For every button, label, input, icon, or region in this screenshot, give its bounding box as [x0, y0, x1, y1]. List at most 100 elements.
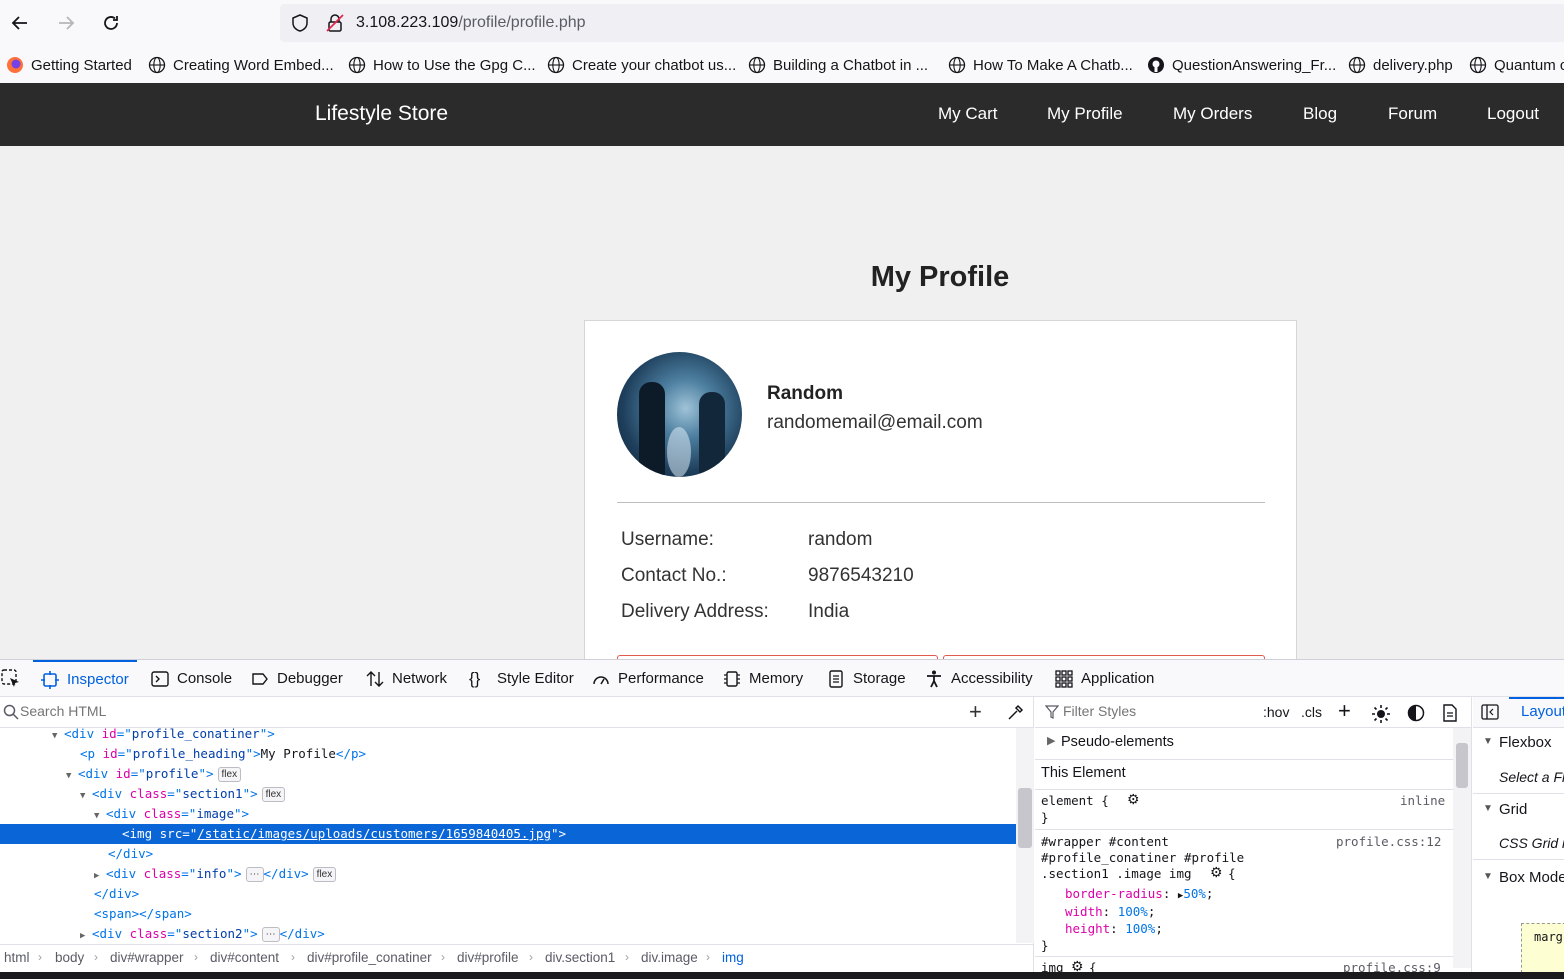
markup-line[interactable]: </div>: [0, 844, 1016, 864]
tab-storage[interactable]: Storage: [827, 660, 906, 697]
flex-badge[interactable]: flex: [312, 867, 337, 882]
pseudo-elements-toggle[interactable]: Pseudo-elements: [1061, 734, 1174, 750]
markup-line[interactable]: ▼ <div id="profile"> flex: [0, 764, 1016, 784]
expand-triangle-icon[interactable]: ▼: [66, 766, 78, 786]
declaration[interactable]: border-radius: ▶50%;: [1065, 886, 1213, 901]
nav-my-profile[interactable]: My Profile: [1047, 104, 1123, 124]
gear-icon[interactable]: ⚙: [1210, 864, 1223, 881]
rule-selector[interactable]: element {: [1041, 793, 1109, 808]
tab-memory[interactable]: Memory: [723, 660, 803, 697]
rule-selector[interactable]: #profile_conatiner #profile: [1041, 850, 1244, 865]
tab-console[interactable]: Console: [151, 660, 232, 697]
class-button[interactable]: .cls: [1301, 704, 1322, 720]
box-model-section[interactable]: Box Mode: [1499, 869, 1564, 886]
back-button[interactable]: [6, 9, 34, 37]
chevron-down-icon[interactable]: ▼: [1483, 736, 1493, 747]
bookmark-item[interactable]: QuestionAnswering_Fr...: [1147, 55, 1336, 75]
bookmark-item[interactable]: Create your chatbot us...: [547, 55, 736, 75]
expand-triangle-icon[interactable]: ▼: [80, 786, 92, 806]
tab-application[interactable]: Application: [1055, 660, 1154, 697]
declaration[interactable]: width: 100%;: [1065, 904, 1155, 919]
markup-line[interactable]: <span></span>: [0, 904, 1016, 924]
collapsed-triangle-icon[interactable]: ▶: [94, 866, 106, 886]
reload-button[interactable]: [97, 9, 125, 37]
breadcrumb-item-current[interactable]: img: [722, 950, 744, 965]
declaration[interactable]: height: 100%;: [1065, 921, 1163, 936]
rule-selector[interactable]: #wrapper #content: [1041, 834, 1169, 849]
nav-logout[interactable]: Logout: [1487, 104, 1539, 124]
markup-line-selected[interactable]: <img src="/static/images/uploads/custome…: [0, 824, 1016, 844]
markup-line[interactable]: <p id="profile_heading">My Profile</p>: [0, 744, 1016, 764]
flexbox-section[interactable]: Flexbox: [1499, 734, 1552, 751]
markup-line[interactable]: ▼ <div class="section1"> flex: [0, 784, 1016, 804]
forward-button[interactable]: [52, 9, 80, 37]
breadcrumb-item[interactable]: div#profile_conatiner: [307, 950, 432, 965]
breadcrumb-item[interactable]: div.image: [641, 950, 698, 965]
url-bar[interactable]: 3.108.223.109/profile/profile.php: [280, 4, 1564, 42]
breadcrumb-item[interactable]: html: [4, 950, 30, 965]
print-media-icon[interactable]: [1442, 704, 1458, 722]
tab-network[interactable]: Network: [366, 660, 447, 697]
sidebar-toggle-icon[interactable]: [1481, 704, 1499, 720]
nav-my-orders[interactable]: My Orders: [1173, 104, 1252, 124]
nav-blog[interactable]: Blog: [1303, 104, 1337, 124]
add-node-button[interactable]: +: [969, 701, 982, 723]
dark-mode-icon[interactable]: [1407, 704, 1425, 722]
expand-triangle-icon[interactable]: ▼: [94, 806, 106, 826]
breadcrumb-item[interactable]: body: [55, 950, 84, 965]
grid-section[interactable]: Grid: [1499, 801, 1527, 818]
hover-state-button[interactable]: :hov: [1263, 704, 1289, 720]
nav-my-cart[interactable]: My Cart: [938, 104, 998, 124]
tab-accessibility[interactable]: Accessibility: [925, 660, 1033, 697]
bookmark-item[interactable]: Creating Word Embed...: [148, 55, 334, 75]
markup-line[interactable]: ▶ <div class="info"> ⋯ </div> flex: [0, 864, 1016, 884]
markup-line[interactable]: </div>: [0, 884, 1016, 904]
markup-line[interactable]: ▼ <div class="image">: [0, 804, 1016, 824]
tab-style-editor[interactable]: {} Style Editor: [469, 660, 574, 697]
scroll-thumb[interactable]: [1456, 743, 1468, 788]
light-mode-icon[interactable]: [1371, 704, 1391, 724]
markup-scrollbar[interactable]: [1016, 728, 1034, 943]
img-src-link[interactable]: /static/images/uploads/customers/1659840…: [197, 826, 551, 841]
breadcrumb-item[interactable]: div#profile: [457, 950, 519, 965]
shield-icon[interactable]: [290, 13, 310, 33]
breadcrumb-item[interactable]: div.section1: [545, 950, 615, 965]
expand-triangle-icon[interactable]: ▶: [1047, 734, 1055, 747]
bookmark-item[interactable]: How to Use the Gpg C...: [348, 55, 536, 75]
tab-layout[interactable]: Layout: [1521, 703, 1564, 720]
tab-debugger[interactable]: Debugger: [251, 660, 343, 697]
breadcrumb-item[interactable]: div#content: [210, 950, 279, 965]
rules-scrollbar[interactable]: [1453, 728, 1471, 968]
element-picker-icon[interactable]: [0, 668, 22, 690]
breadcrumb-item[interactable]: div#wrapper: [110, 950, 184, 965]
gear-icon[interactable]: ⚙: [1127, 791, 1140, 808]
bookmark-item[interactable]: Getting Started: [6, 55, 132, 75]
flex-badge[interactable]: flex: [217, 767, 242, 782]
bookmark-item[interactable]: Building a Chatbot in ...: [748, 55, 928, 75]
url-text[interactable]: 3.108.223.109/profile/profile.php: [356, 14, 586, 32]
markup-line[interactable]: ▼ <div id="profile_conatiner">: [0, 728, 1016, 744]
markup-line[interactable]: ▶ <div class="section2"> ⋯ </div>: [0, 924, 1016, 943]
nav-forum[interactable]: Forum: [1388, 104, 1437, 124]
box-model-margin[interactable]: marg: [1521, 923, 1564, 973]
ellipsis-badge[interactable]: ⋯: [261, 927, 280, 942]
collapsed-triangle-icon[interactable]: ▶: [80, 926, 92, 943]
scroll-thumb[interactable]: [1018, 788, 1032, 848]
filter-styles-input[interactable]: [1063, 703, 1243, 719]
tab-inspector[interactable]: Inspector: [33, 660, 137, 697]
eyedropper-icon[interactable]: [1006, 704, 1024, 722]
rule-source-link[interactable]: profile.css:12: [1336, 834, 1441, 849]
chevron-down-icon[interactable]: ▼: [1483, 871, 1493, 882]
bookmark-item[interactable]: delivery.php: [1348, 55, 1453, 75]
flex-badge[interactable]: flex: [261, 787, 286, 802]
tab-performance[interactable]: Performance: [592, 660, 704, 697]
ellipsis-badge[interactable]: ⋯: [245, 867, 264, 882]
insecure-lock-icon[interactable]: [326, 13, 344, 33]
rule-selector[interactable]: .section1 .image img: [1041, 866, 1192, 881]
bookmark-item[interactable]: Quantum c: [1469, 55, 1564, 75]
add-rule-button[interactable]: +: [1338, 698, 1351, 724]
brand-link[interactable]: Lifestyle Store: [315, 102, 448, 126]
bookmark-item[interactable]: How To Make A Chatb...: [948, 55, 1133, 75]
chevron-down-icon[interactable]: ▼: [1483, 803, 1493, 814]
search-html-input[interactable]: [20, 703, 920, 719]
